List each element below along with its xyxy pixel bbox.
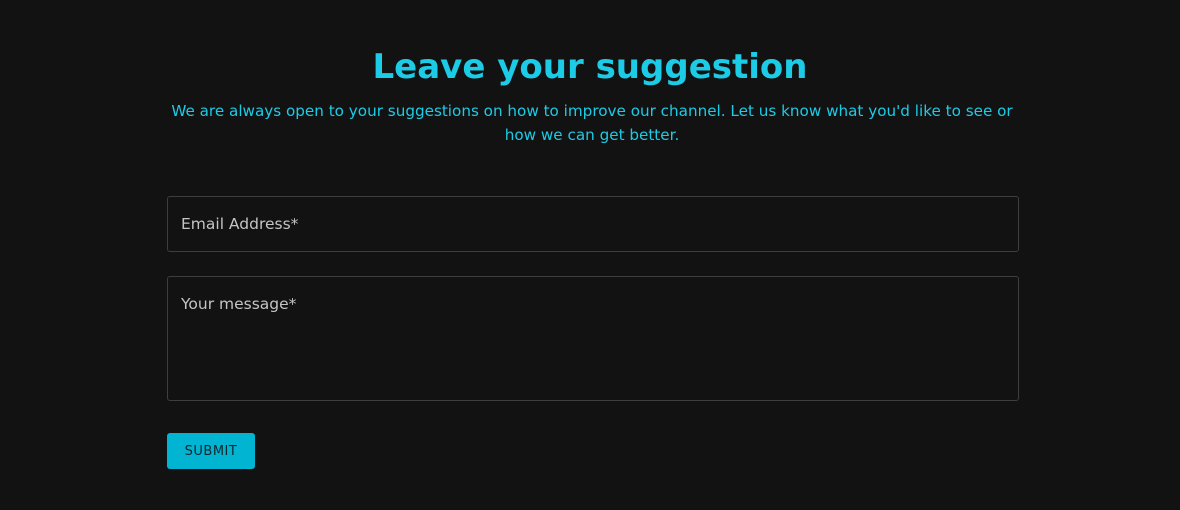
page-subtitle: We are always open to your suggestions o…	[171, 102, 1013, 144]
suggestion-section: Leave your suggestion We are always open…	[0, 0, 1180, 510]
submit-button[interactable]: SUBMIT	[167, 433, 255, 469]
page-title: Leave your suggestion	[372, 47, 808, 87]
message-field[interactable]	[167, 276, 1019, 401]
email-field[interactable]	[167, 196, 1019, 252]
